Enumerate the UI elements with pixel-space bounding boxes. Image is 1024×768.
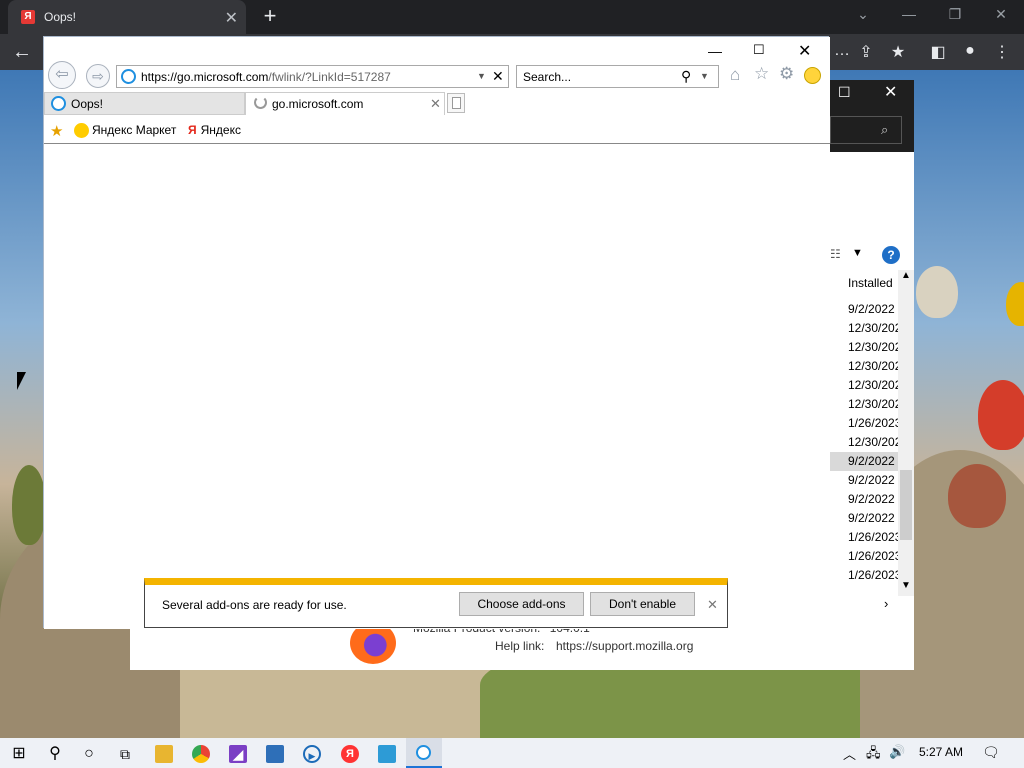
menu-kebab-icon[interactable]: ⋮ xyxy=(988,42,1016,62)
ie-page-icon xyxy=(51,96,66,111)
cortana-icon[interactable]: ○ xyxy=(80,745,98,763)
close-notification-icon[interactable]: ✕ xyxy=(707,597,718,613)
addons-notification-bar: Several add-ons are ready for use. Choos… xyxy=(144,578,728,628)
media-player-icon[interactable]: ▶ xyxy=(303,745,321,763)
ie-maximize-button[interactable]: ☐ xyxy=(753,42,765,58)
store-icon[interactable] xyxy=(266,745,284,763)
show-hidden-icons-chevron[interactable]: ︿ xyxy=(843,744,856,763)
internet-explorer-window: — ☐ ✕ ⇦ ⇨ https://go.microsoft.com/fwlin… xyxy=(43,36,830,629)
favorite-yandex-market[interactable]: Яндекс Маркет xyxy=(74,123,177,139)
dont-enable-button[interactable]: Don't enable xyxy=(590,592,695,616)
yandex-icon: Я xyxy=(188,123,197,137)
loading-spinner-icon xyxy=(254,96,267,109)
yandex-favicon-icon: Я xyxy=(21,10,35,24)
close-tab-icon[interactable]: ✕ xyxy=(225,8,238,28)
scroll-down-icon[interactable]: ▼ xyxy=(901,580,911,591)
url-path: /fwlink/?LinkId=517287 xyxy=(268,70,391,84)
favorite-yandex[interactable]: Я Яндекс xyxy=(188,123,241,137)
programs-search-field[interactable]: ⌕ xyxy=(830,116,902,144)
settings-gear-icon[interactable]: ⚙ xyxy=(779,64,794,84)
back-button[interactable]: ⇦ xyxy=(48,61,76,89)
mouse-cursor xyxy=(17,372,26,390)
clock-time[interactable]: 5:27 AM xyxy=(919,745,963,759)
address-bar[interactable]: https://go.microsoft.com/fwlink/?LinkId=… xyxy=(116,65,509,88)
home-icon[interactable]: ⌂ xyxy=(730,65,740,85)
close-icon[interactable]: ✕ xyxy=(884,82,897,102)
scroll-right-icon[interactable]: › xyxy=(884,596,888,611)
forward-button[interactable]: ⇨ xyxy=(86,64,110,88)
close-tab-icon[interactable]: ✕ xyxy=(430,96,441,112)
ie-close-button[interactable]: ✕ xyxy=(798,41,811,61)
tab-oops[interactable]: Oops! xyxy=(44,92,245,115)
search-placeholder: Search... xyxy=(523,70,572,84)
tab-label: Oops! xyxy=(71,97,104,111)
side-panel-icon[interactable]: ◧ xyxy=(924,42,952,62)
restore-button[interactable]: ❐ xyxy=(932,6,978,23)
favorites-star-icon[interactable]: ☆ xyxy=(754,64,769,84)
bookmark-star-icon[interactable]: ★ xyxy=(884,42,912,62)
url-host: https://go.microsoft.com xyxy=(141,70,269,84)
scrollbar-thumb[interactable] xyxy=(900,470,912,540)
volume-icon[interactable]: 🔊 xyxy=(889,744,905,760)
search-icon: ⌕ xyxy=(881,122,889,137)
page-content-area[interactable] xyxy=(44,145,830,629)
dropdown-arrow-icon[interactable]: ▼ xyxy=(852,247,863,259)
tab-go-microsoft[interactable]: go.microsoft.com ✕ xyxy=(245,92,445,115)
chrome-tab-title: Oops! xyxy=(44,10,77,24)
maximize-icon[interactable]: ☐ xyxy=(838,84,851,101)
minimize-button[interactable]: — xyxy=(886,6,932,22)
notifications-icon[interactable]: 🗨 xyxy=(982,744,1000,761)
help-link-value[interactable]: https://support.mozilla.org xyxy=(556,639,693,653)
start-windows-icon[interactable]: ⊞ xyxy=(10,745,28,763)
back-arrow-icon[interactable]: ← xyxy=(8,41,36,64)
close-window-button[interactable]: ✕ xyxy=(978,6,1024,23)
network-icon[interactable]: 🖧 xyxy=(866,744,881,766)
favorites-bar: ★ Яндекс Маркет Я Яндекс xyxy=(44,117,830,144)
control-panel-icon[interactable] xyxy=(378,745,396,763)
chrome-icon[interactable] xyxy=(192,745,210,763)
yandex-browser-icon[interactable]: Я xyxy=(341,745,359,763)
help-icon[interactable]: ? xyxy=(882,246,900,264)
favorite-label: Яндекс Маркет xyxy=(92,123,177,137)
visual-studio-icon[interactable]: ◢ xyxy=(229,745,247,763)
task-view-icon[interactable]: ⧉ xyxy=(116,745,134,763)
yandex-market-icon xyxy=(74,123,89,139)
ie-search-box[interactable]: Search... ⚲ ▼ xyxy=(516,65,719,88)
ie-page-icon xyxy=(121,69,136,84)
ie-icon xyxy=(416,745,431,760)
choose-addons-button[interactable]: Choose add-ons xyxy=(459,592,584,616)
new-tab-button[interactable]: + xyxy=(258,4,282,28)
search-icon[interactable]: ⚲ xyxy=(46,745,64,763)
ie-minimize-button[interactable]: — xyxy=(708,43,722,59)
tab-search-icon[interactable]: ⌄ xyxy=(840,6,886,23)
favorite-label: Яндекс xyxy=(200,123,241,137)
installed-dates-column: Installed 9/2/2022 12/30/2022 12/30/2022 12… xyxy=(830,270,914,596)
share-icon[interactable]: ⇪ xyxy=(852,42,880,62)
view-toolbar: ☷ ▼ ? xyxy=(830,246,914,264)
profile-icon[interactable]: ● xyxy=(956,42,984,60)
view-list-icon[interactable]: ☷ xyxy=(830,247,841,261)
scroll-up-icon[interactable]: ▲ xyxy=(901,270,911,281)
new-tab-button[interactable] xyxy=(447,93,465,113)
search-dropdown-icon[interactable]: ▼ xyxy=(700,71,709,81)
ie-taskbar-button-active[interactable] xyxy=(406,738,442,768)
new-tab-icon xyxy=(452,97,461,109)
favorites-add-icon[interactable]: ★ xyxy=(50,122,63,140)
vertical-scrollbar[interactable]: ▲ ▼ xyxy=(898,270,914,596)
installed-date-cell[interactable]: 9/2/2022 xyxy=(830,452,898,471)
address-dropdown-icon[interactable]: ▼ xyxy=(477,71,486,81)
tab-label: go.microsoft.com xyxy=(272,97,364,111)
stop-icon[interactable]: ✕ xyxy=(492,68,504,85)
file-explorer-icon[interactable] xyxy=(155,745,173,763)
notification-message: Several add-ons are ready for use. xyxy=(162,598,347,612)
feedback-smiley-icon[interactable] xyxy=(804,67,821,84)
help-link-label: Help link: xyxy=(495,639,545,653)
chrome-tab[interactable]: Я Oops! ✕ xyxy=(8,0,246,34)
search-icon[interactable]: ⚲ xyxy=(681,68,691,85)
